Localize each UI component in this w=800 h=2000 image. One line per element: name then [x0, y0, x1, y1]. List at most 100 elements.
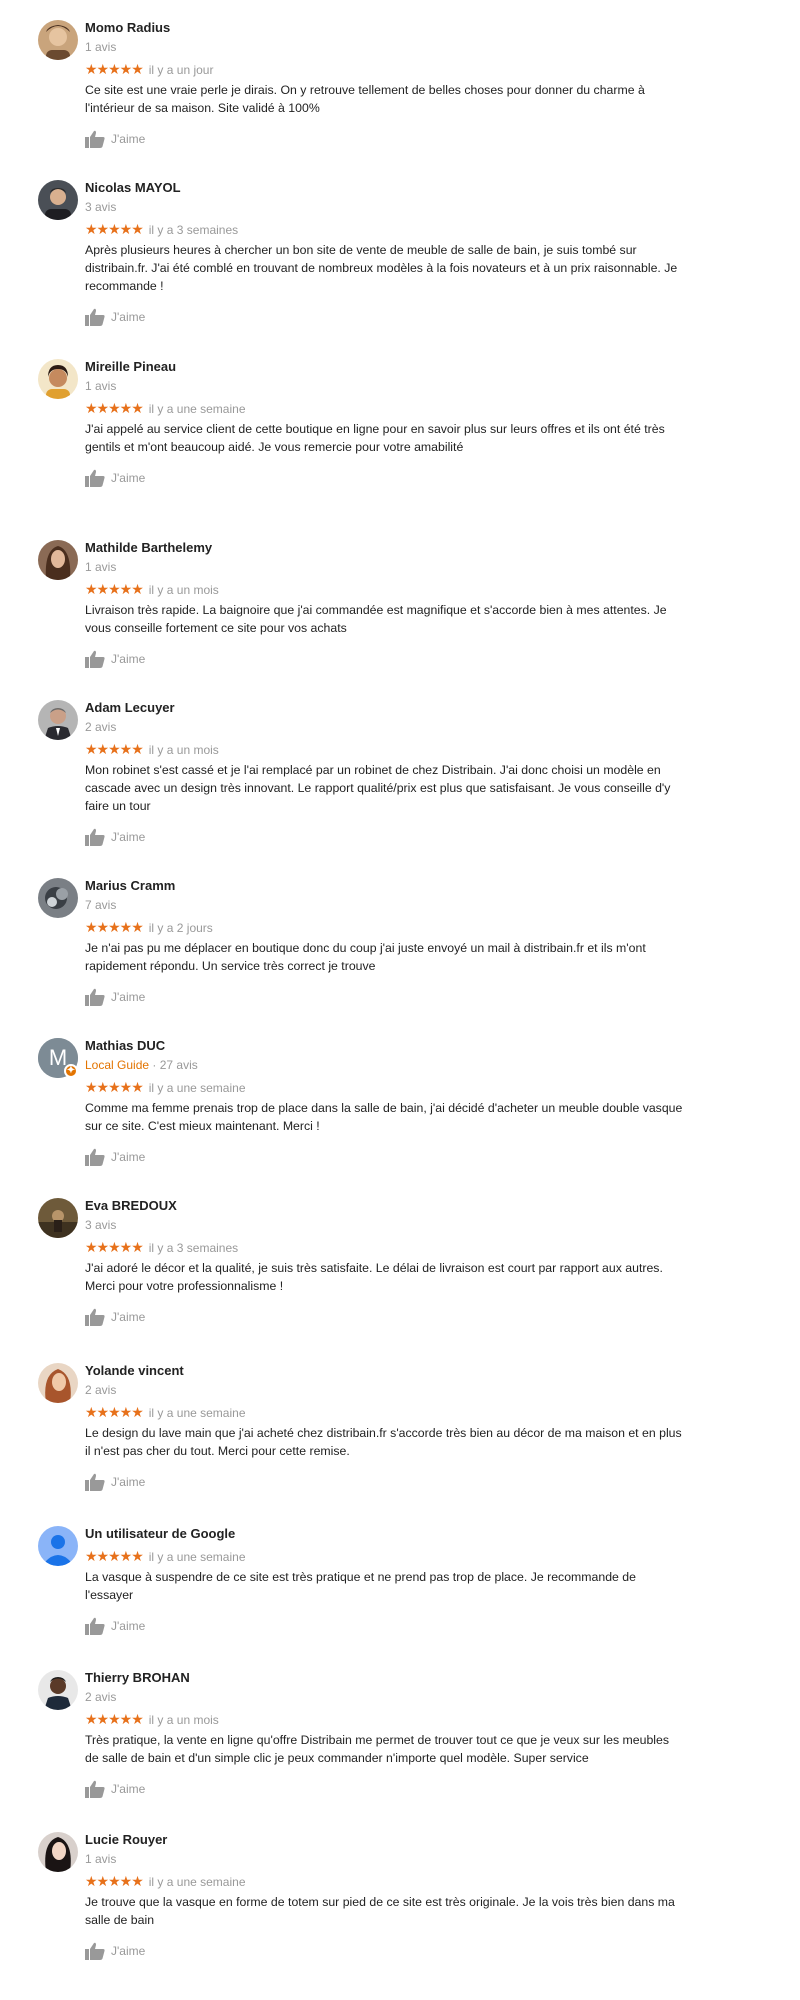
review-text: J'ai adoré le décor et la qualité, je su… — [85, 1261, 663, 1293]
reviewer-name[interactable]: Lucie Rouyer — [85, 1832, 685, 1848]
avatar[interactable] — [38, 1832, 78, 1872]
thumbs-up-icon — [85, 988, 105, 1006]
star-rating: ★★★★★ — [85, 400, 144, 416]
like-label: J'aime — [111, 652, 146, 666]
avatar[interactable] — [38, 878, 78, 918]
review-time: il y a un jour — [148, 63, 214, 77]
avatar[interactable]: M ✦ — [38, 1038, 78, 1078]
avatar[interactable] — [38, 540, 78, 580]
thumbs-up-icon — [85, 1942, 105, 1960]
reviewer-meta: Local Guide · 27 avis — [85, 1057, 685, 1073]
reviewer-name[interactable]: Mathilde Barthelemy — [85, 540, 685, 556]
review-text: Livraison très rapide. La baignoire que … — [85, 603, 667, 635]
thumbs-up-icon — [85, 1308, 105, 1326]
review-count: · 27 avis — [149, 1058, 198, 1072]
like-button[interactable]: J'aime — [85, 649, 685, 669]
thumbs-up-icon — [85, 130, 105, 148]
thumbs-up-icon — [85, 469, 105, 487]
review-text: Ce site est une vraie perle je dirais. O… — [85, 83, 645, 115]
star-rating: ★★★★★ — [85, 1873, 144, 1889]
review-time: il y a un mois — [148, 743, 219, 757]
reviewer-name[interactable]: Adam Lecuyer — [85, 700, 685, 716]
like-label: J'aime — [111, 1944, 146, 1958]
thumbs-up-icon — [85, 828, 105, 846]
like-button[interactable]: J'aime — [85, 468, 685, 488]
star-rating: ★★★★★ — [85, 581, 144, 597]
star-rating: ★★★★★ — [85, 1079, 144, 1095]
avatar[interactable] — [38, 20, 78, 60]
review-count: 3 avis — [85, 1218, 117, 1232]
like-label: J'aime — [111, 310, 146, 324]
star-rating: ★★★★★ — [85, 1239, 144, 1255]
review-time: il y a une semaine — [148, 1550, 246, 1564]
review-count: 1 avis — [85, 560, 117, 574]
review-text: J'ai appelé au service client de cette b… — [85, 422, 665, 454]
star-rating: ★★★★★ — [85, 61, 144, 77]
review-text: La vasque à suspendre de ce site est trè… — [85, 1570, 636, 1602]
like-label: J'aime — [111, 1150, 146, 1164]
reviewer-name[interactable]: Thierry BROHAN — [85, 1670, 685, 1686]
review-time: il y a une semaine — [148, 1406, 246, 1420]
like-button[interactable]: J'aime — [85, 1941, 685, 1961]
avatar[interactable] — [38, 1198, 78, 1238]
review-time: il y a 3 semaines — [148, 223, 239, 237]
thumbs-up-icon — [85, 650, 105, 668]
like-label: J'aime — [111, 1619, 146, 1633]
local-guide-label[interactable]: Local Guide — [85, 1058, 149, 1072]
like-label: J'aime — [111, 1310, 146, 1324]
avatar[interactable] — [38, 359, 78, 399]
like-label: J'aime — [111, 830, 146, 844]
review-time: il y a une semaine — [148, 1875, 246, 1889]
like-label: J'aime — [111, 1782, 146, 1796]
review-count: 3 avis — [85, 200, 117, 214]
like-button[interactable]: J'aime — [85, 987, 685, 1007]
avatar[interactable] — [38, 1363, 78, 1403]
review-count: 2 avis — [85, 720, 117, 734]
avatar[interactable] — [38, 700, 78, 740]
review-count: 1 avis — [85, 40, 117, 54]
review-time: il y a 2 jours — [148, 921, 213, 935]
like-button[interactable]: J'aime — [85, 129, 685, 149]
like-label: J'aime — [111, 471, 146, 485]
reviewer-name[interactable]: Momo Radius — [85, 20, 685, 36]
star-rating: ★★★★★ — [85, 1548, 144, 1564]
like-button[interactable]: J'aime — [85, 307, 685, 327]
thumbs-up-icon — [85, 308, 105, 326]
review-time: il y a 3 semaines — [148, 1241, 239, 1255]
reviewer-name[interactable]: Eva BREDOUX — [85, 1198, 685, 1214]
reviewer-name[interactable]: Yolande vincent — [85, 1363, 685, 1379]
thumbs-up-icon — [85, 1148, 105, 1166]
review-time: il y a une semaine — [148, 402, 246, 416]
review-text: Je trouve que la vasque en forme de tote… — [85, 1895, 675, 1927]
like-button[interactable]: J'aime — [85, 1616, 685, 1636]
like-label: J'aime — [111, 1475, 146, 1489]
avatar[interactable] — [38, 1526, 78, 1566]
like-button[interactable]: J'aime — [85, 827, 685, 847]
star-rating: ★★★★★ — [85, 221, 144, 237]
review-text: Après plusieurs heures à chercher un bon… — [85, 243, 678, 293]
star-rating: ★★★★★ — [85, 1711, 144, 1727]
reviewer-name[interactable]: Marius Cramm — [85, 878, 685, 894]
star-rating: ★★★★★ — [85, 919, 144, 935]
like-button[interactable]: J'aime — [85, 1472, 685, 1492]
avatar[interactable] — [38, 180, 78, 220]
review-time: il y a un mois — [148, 583, 219, 597]
like-label: J'aime — [111, 132, 146, 146]
thumbs-up-icon — [85, 1617, 105, 1635]
review-time: il y a une semaine — [148, 1081, 246, 1095]
reviewer-name[interactable]: Mireille Pineau — [85, 359, 685, 375]
review-text: Je n'ai pas pu me déplacer en boutique d… — [85, 941, 646, 973]
review-count: 2 avis — [85, 1690, 117, 1704]
reviewer-name[interactable]: Nicolas MAYOL — [85, 180, 685, 196]
thumbs-up-icon — [85, 1780, 105, 1798]
avatar[interactable] — [38, 1670, 78, 1710]
like-button[interactable]: J'aime — [85, 1779, 685, 1799]
review-time: il y a un mois — [148, 1713, 219, 1727]
reviewer-name[interactable]: Mathias DUC — [85, 1038, 685, 1054]
like-button[interactable]: J'aime — [85, 1147, 685, 1167]
like-button[interactable]: J'aime — [85, 1307, 685, 1327]
review-text: Très pratique, la vente en ligne qu'offr… — [85, 1733, 670, 1765]
review-count: 1 avis — [85, 1852, 117, 1866]
star-rating: ★★★★★ — [85, 741, 144, 757]
reviewer-name[interactable]: Un utilisateur de Google — [85, 1526, 685, 1542]
